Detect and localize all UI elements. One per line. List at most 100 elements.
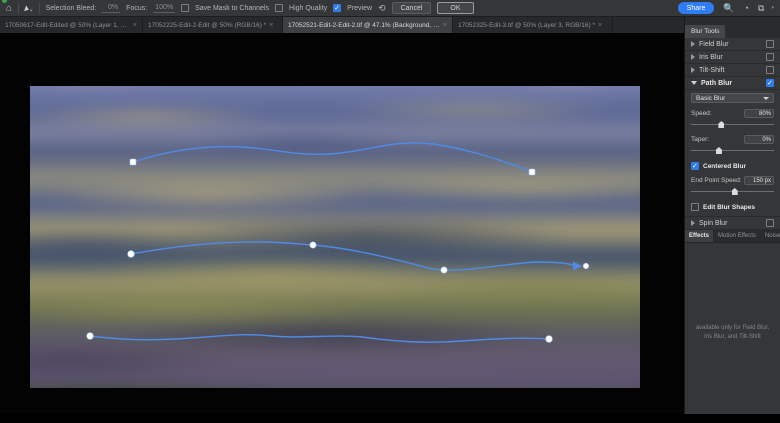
save-mask-checkbox[interactable]: [181, 4, 189, 12]
edit-blur-shapes-checkbox[interactable]: [691, 203, 699, 211]
canvas-area[interactable]: [0, 33, 684, 414]
field-blur-checkbox[interactable]: [766, 40, 774, 48]
end-point-speed-value[interactable]: 150 px: [744, 176, 774, 185]
path-midpoint[interactable]: [441, 267, 447, 273]
chevron-down-icon[interactable]: [691, 81, 697, 85]
tilt-shift-checkbox[interactable]: [766, 66, 774, 74]
preview-checkbox[interactable]: [333, 4, 341, 12]
path-endpoint[interactable]: [529, 169, 535, 175]
document-tab-1[interactable]: 17050617-Edit-Edited @ 50% (Layer 1, RGB…: [0, 17, 143, 33]
spin-blur-checkbox[interactable]: [766, 219, 774, 227]
home-icon[interactable]: ⌂: [6, 0, 12, 17]
slider-thumb[interactable]: [718, 121, 724, 128]
blur-mode-dropdown[interactable]: Basic Blur: [691, 93, 774, 103]
tool-label: Field Blur: [699, 41, 762, 48]
tab-blur-tools[interactable]: Blur Tools: [685, 25, 725, 38]
blur-path-bottom[interactable]: [90, 335, 549, 342]
chevron-right-icon[interactable]: [691, 41, 695, 47]
path-arrowhead-icon[interactable]: [573, 262, 582, 271]
edit-blur-shapes-label: Edit Blur Shapes: [703, 204, 755, 211]
centered-blur-checkbox[interactable]: [691, 162, 699, 170]
tab-label: 17052325-Edit-3.tif @ 50% (Layer 3, RGB/…: [458, 22, 595, 29]
path-blur-checkbox[interactable]: [766, 79, 774, 87]
tab-label: 17052521-Edit-2-Edit-2.tif @ 47.1% (Back…: [288, 22, 440, 29]
high-quality-checkbox[interactable]: [275, 4, 283, 12]
tab-label: 17052225-Edit-2-Edit @ 50% (RGB/16) *: [148, 22, 266, 29]
chevron-right-icon[interactable]: [691, 54, 695, 60]
slider-track: [691, 124, 774, 125]
toolbar-divider: [18, 3, 19, 14]
close-icon[interactable]: ×: [133, 22, 137, 29]
close-icon[interactable]: ×: [443, 22, 447, 29]
tool-row-tilt-shift[interactable]: Tilt-Shift: [685, 64, 780, 77]
path-end-speed-handle[interactable]: [583, 263, 589, 269]
chevron-down-icon: [763, 97, 769, 100]
tool-row-path-blur[interactable]: Path Blur: [685, 77, 780, 90]
preview-label: Preview: [347, 5, 372, 12]
tab-motion-effects[interactable]: Motion Effects: [714, 230, 760, 242]
document-tab-3-active[interactable]: 17052521-Edit-2-Edit-2.tif @ 47.1% (Back…: [283, 17, 453, 33]
chevron-right-icon[interactable]: [691, 67, 695, 73]
effects-tab-bar: Effects Motion Effects Noise: [685, 230, 780, 243]
path-midpoint[interactable]: [310, 242, 316, 248]
tool-label: Iris Blur: [699, 54, 762, 61]
speed-label: Speed:: [691, 110, 712, 117]
slider-thumb[interactable]: [732, 188, 738, 195]
chevron-right-icon[interactable]: [691, 220, 695, 226]
help-compass-icon[interactable]: ◔: [744, 3, 749, 13]
taper-value[interactable]: 0%: [744, 135, 774, 144]
cancel-button[interactable]: Cancel: [392, 2, 432, 14]
tab-label: 17050617-Edit-Edited @ 50% (Layer 1, RGB…: [5, 22, 130, 29]
hint-line-2: Iris Blur, and Tilt-Shift: [696, 333, 769, 342]
close-icon[interactable]: ×: [269, 22, 273, 29]
photo-rolling-hills[interactable]: [30, 86, 640, 388]
speed-slider[interactable]: [691, 121, 774, 129]
document-tab-bar: 17050617-Edit-Edited @ 50% (Layer 1, RGB…: [0, 17, 684, 33]
path-endpoint[interactable]: [546, 336, 553, 343]
close-icon[interactable]: ×: [598, 22, 602, 29]
panel-header: Blur Tools: [685, 17, 780, 38]
speed-value[interactable]: 80%: [744, 109, 774, 118]
blur-tools-panel: Blur Tools Field Blur Iris Blur Tilt-Shi…: [684, 17, 780, 414]
focus-label: Focus:: [126, 5, 147, 12]
remove-all-pins-icon[interactable]: ⟲: [378, 3, 386, 14]
focus-value[interactable]: 100%: [153, 3, 175, 13]
document-tab-4[interactable]: 17052325-Edit-3.tif @ 50% (Layer 3, RGB/…: [453, 17, 613, 33]
path-endpoint[interactable]: [128, 251, 135, 258]
tool-label: Tilt-Shift: [699, 67, 762, 74]
tool-row-iris-blur[interactable]: Iris Blur: [685, 51, 780, 64]
search-icon[interactable]: 🔍: [723, 3, 734, 14]
blur-path-middle[interactable]: [131, 242, 573, 270]
tool-label: Path Blur: [701, 80, 762, 87]
end-point-speed-label: End Point Speed:: [691, 177, 742, 184]
centered-blur-label: Centered Blur: [703, 163, 746, 170]
slider-track: [691, 150, 774, 151]
path-endpoint[interactable]: [87, 333, 94, 340]
tool-row-spin-blur[interactable]: Spin Blur: [685, 217, 780, 230]
effects-hint-text: available only for Field Blur, Iris Blur…: [696, 324, 769, 342]
taper-slider[interactable]: [691, 147, 774, 155]
chevron-down-icon[interactable]: ▾: [771, 5, 774, 11]
tab-noise[interactable]: Noise: [761, 230, 780, 242]
end-point-speed-slider[interactable]: [691, 188, 774, 196]
path-endpoint[interactable]: [130, 159, 136, 165]
save-mask-label: Save Mask to Channels: [195, 5, 269, 12]
workspace-icon[interactable]: ⧉: [758, 3, 764, 14]
high-quality-label: High Quality: [289, 5, 327, 12]
iris-blur-checkbox[interactable]: [766, 53, 774, 61]
share-button[interactable]: Share: [678, 2, 715, 14]
document-tab-2[interactable]: 17052225-Edit-2-Edit @ 50% (RGB/16) * ×: [143, 17, 283, 33]
selection-bleed-value[interactable]: 0%: [102, 3, 120, 13]
blur-path-top[interactable]: [133, 143, 532, 172]
options-bar: ⌂ ▾ Selection Bleed: 0% Focus: 100% Save…: [0, 0, 780, 17]
ok-button[interactable]: OK: [437, 2, 473, 14]
tab-effects[interactable]: Effects: [685, 230, 713, 242]
selection-bleed-label: Selection Bleed:: [46, 5, 97, 12]
blur-path-overlay: [30, 86, 640, 388]
blur-mode-value: Basic Blur: [696, 95, 725, 102]
slider-thumb[interactable]: [716, 147, 722, 154]
taper-label: Taper:: [691, 136, 709, 143]
blur-tool-icon[interactable]: ▾: [25, 0, 33, 17]
tool-row-field-blur[interactable]: Field Blur: [685, 38, 780, 51]
photoshop-blur-gallery-window: ⌂ ▾ Selection Bleed: 0% Focus: 100% Save…: [0, 0, 780, 414]
